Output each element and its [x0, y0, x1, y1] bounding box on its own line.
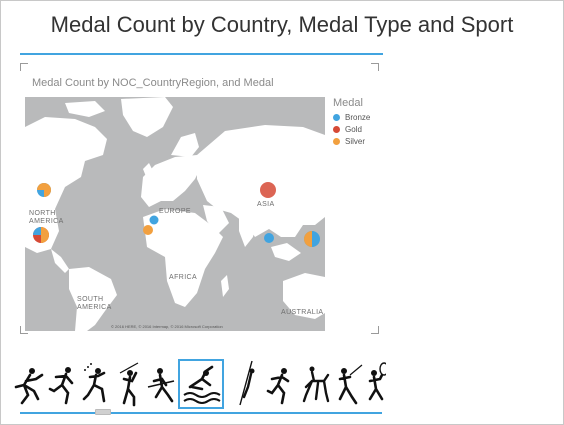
slicer-scrollbar-thumb[interactable]	[95, 409, 111, 415]
medal-marker-europe-west	[149, 215, 159, 225]
sport-tile-running[interactable]	[264, 359, 298, 409]
sport-slicer[interactable]	[12, 359, 387, 409]
medal-marker-russia	[260, 182, 276, 198]
running-icon	[266, 368, 290, 405]
sport-tile-ski-jumping[interactable]	[230, 359, 264, 409]
map-attribution: © 2016 HERE, © 2016 Intermap, © 2016 Mic…	[111, 324, 223, 329]
legend-item-silver[interactable]: Silver	[333, 135, 370, 147]
legend-item-gold[interactable]: Gold	[333, 123, 370, 135]
equestrian-icon	[302, 366, 330, 403]
legend-item-bronze[interactable]: Bronze	[333, 111, 370, 123]
tennis-icon	[368, 362, 386, 401]
legend-dot-bronze	[333, 113, 340, 121]
fencing-icon	[338, 364, 363, 405]
page-title: Medal Count by Country, Medal Type and S…	[50, 12, 514, 37]
sport-tile-javelin[interactable]	[112, 359, 146, 409]
athletics-running-icon	[48, 367, 74, 405]
sport-tile-gymnastics[interactable]	[78, 359, 112, 409]
resize-handle-top-left[interactable]	[20, 63, 28, 71]
medal-pie-usa	[33, 227, 49, 243]
map-visual-title: Medal Count by NOC_CountryRegion, and Me…	[32, 77, 274, 89]
sport-tile-athletics-hurdles[interactable]	[12, 359, 46, 409]
legend-dot-silver	[333, 137, 340, 145]
slicer-underline	[20, 412, 382, 414]
medal-marker-spain	[143, 225, 153, 235]
athletics-hurdles-icon	[14, 368, 44, 405]
title-underline	[20, 53, 383, 55]
medal-pie-canada	[37, 183, 51, 197]
map-visual[interactable]: Medal Count by NOC_CountryRegion, and Me…	[20, 63, 379, 334]
legend-label-silver: Silver	[345, 136, 366, 146]
legend-label-gold: Gold	[345, 124, 362, 134]
sport-tile-fencing[interactable]	[330, 359, 364, 409]
swimming-icon	[183, 365, 221, 404]
sport-tile-athletics-running[interactable]	[46, 359, 80, 409]
javelin-icon	[119, 362, 139, 407]
legend-label-bronze: Bronze	[345, 112, 371, 122]
map-label-europe: EUROPE	[159, 208, 191, 215]
map-label-south-america: SOUTH AMERICA	[77, 296, 112, 311]
legend-dot-gold	[333, 125, 340, 133]
resize-handle-bottom-right[interactable]	[371, 326, 379, 334]
world-map[interactable]: NORTH AMERICA SOUTH AMERICA EUROPE ASIA AF…	[25, 97, 325, 331]
sport-tile-equestrian[interactable]	[298, 359, 332, 409]
map-label-north-america: NORTH AMERICA	[29, 210, 64, 225]
ski-jumping-icon	[239, 360, 255, 406]
sport-tile-swimming[interactable]	[178, 359, 224, 409]
medal-pie-japan	[304, 231, 320, 247]
weightlifting-icon	[147, 368, 175, 403]
map-label-africa: AFRICA	[169, 274, 198, 281]
sport-tile-tennis[interactable]	[362, 359, 386, 409]
legend: Medal Bronze Gold Silver	[333, 97, 370, 147]
gymnastics-icon	[82, 363, 106, 403]
map-label-australia: AUSTRALIA	[281, 309, 324, 316]
sport-tile-weightlifting[interactable]	[144, 359, 178, 409]
legend-title: Medal	[333, 97, 363, 109]
medal-marker-china	[264, 233, 274, 243]
map-label-asia: ASIA	[257, 201, 275, 208]
resize-handle-top-right[interactable]	[371, 63, 379, 71]
